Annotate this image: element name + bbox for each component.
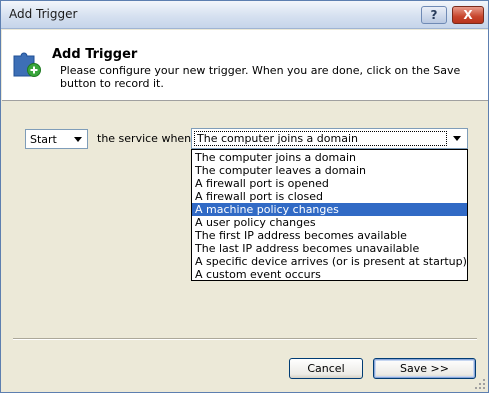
header-description: Please configure your new trigger. When … [60,64,461,90]
help-button[interactable]: ? [421,6,447,24]
dropdown-option[interactable]: A custom event occurs [192,268,467,281]
dropdown-option[interactable]: The last IP address becomes unavailable [192,242,467,255]
close-icon: X [463,8,473,22]
close-button[interactable]: X [452,6,484,24]
resize-grip-icon[interactable] [474,378,486,390]
action-select-value: Start [30,133,57,146]
save-button[interactable]: Save >> [373,358,476,379]
header-title: Add Trigger [52,47,138,62]
dropdown-option[interactable]: A user policy changes [192,216,467,229]
dropdown-option[interactable]: A firewall port is closed [192,190,467,203]
dropdown-option[interactable]: The computer joins a domain [192,151,467,164]
service-when-label: the service when: [97,132,195,145]
event-select[interactable]: The computer joins a domain [191,128,468,149]
cancel-button[interactable]: Cancel [289,358,363,379]
action-select[interactable]: Start [25,129,88,149]
header-panel: Add Trigger Please configure your new tr… [2,30,488,101]
title-bar[interactable]: Add Trigger ? X [1,1,488,29]
window-title: Add Trigger [9,7,78,21]
trigger-puzzle-plus-icon [13,52,41,77]
chevron-down-icon [453,136,461,141]
event-dropdown-list[interactable]: The computer joins a domain The computer … [191,149,468,281]
add-trigger-dialog: Add Trigger ? X Add Trigger Please confi… [0,0,489,393]
dropdown-option[interactable]: The computer leaves a domain [192,164,467,177]
dropdown-option[interactable]: A machine policy changes [192,203,467,216]
dropdown-option[interactable]: A firewall port is opened [192,177,467,190]
save-button-label: Save >> [400,362,449,375]
chevron-down-icon [74,137,82,142]
dropdown-option[interactable]: The first IP address becomes available [192,229,467,242]
cancel-button-label: Cancel [307,362,345,375]
divider [13,338,477,340]
help-icon: ? [430,8,438,22]
event-select-value: The computer joins a domain [194,131,447,146]
dropdown-option[interactable]: A specific device arrives (or is present… [192,255,467,268]
